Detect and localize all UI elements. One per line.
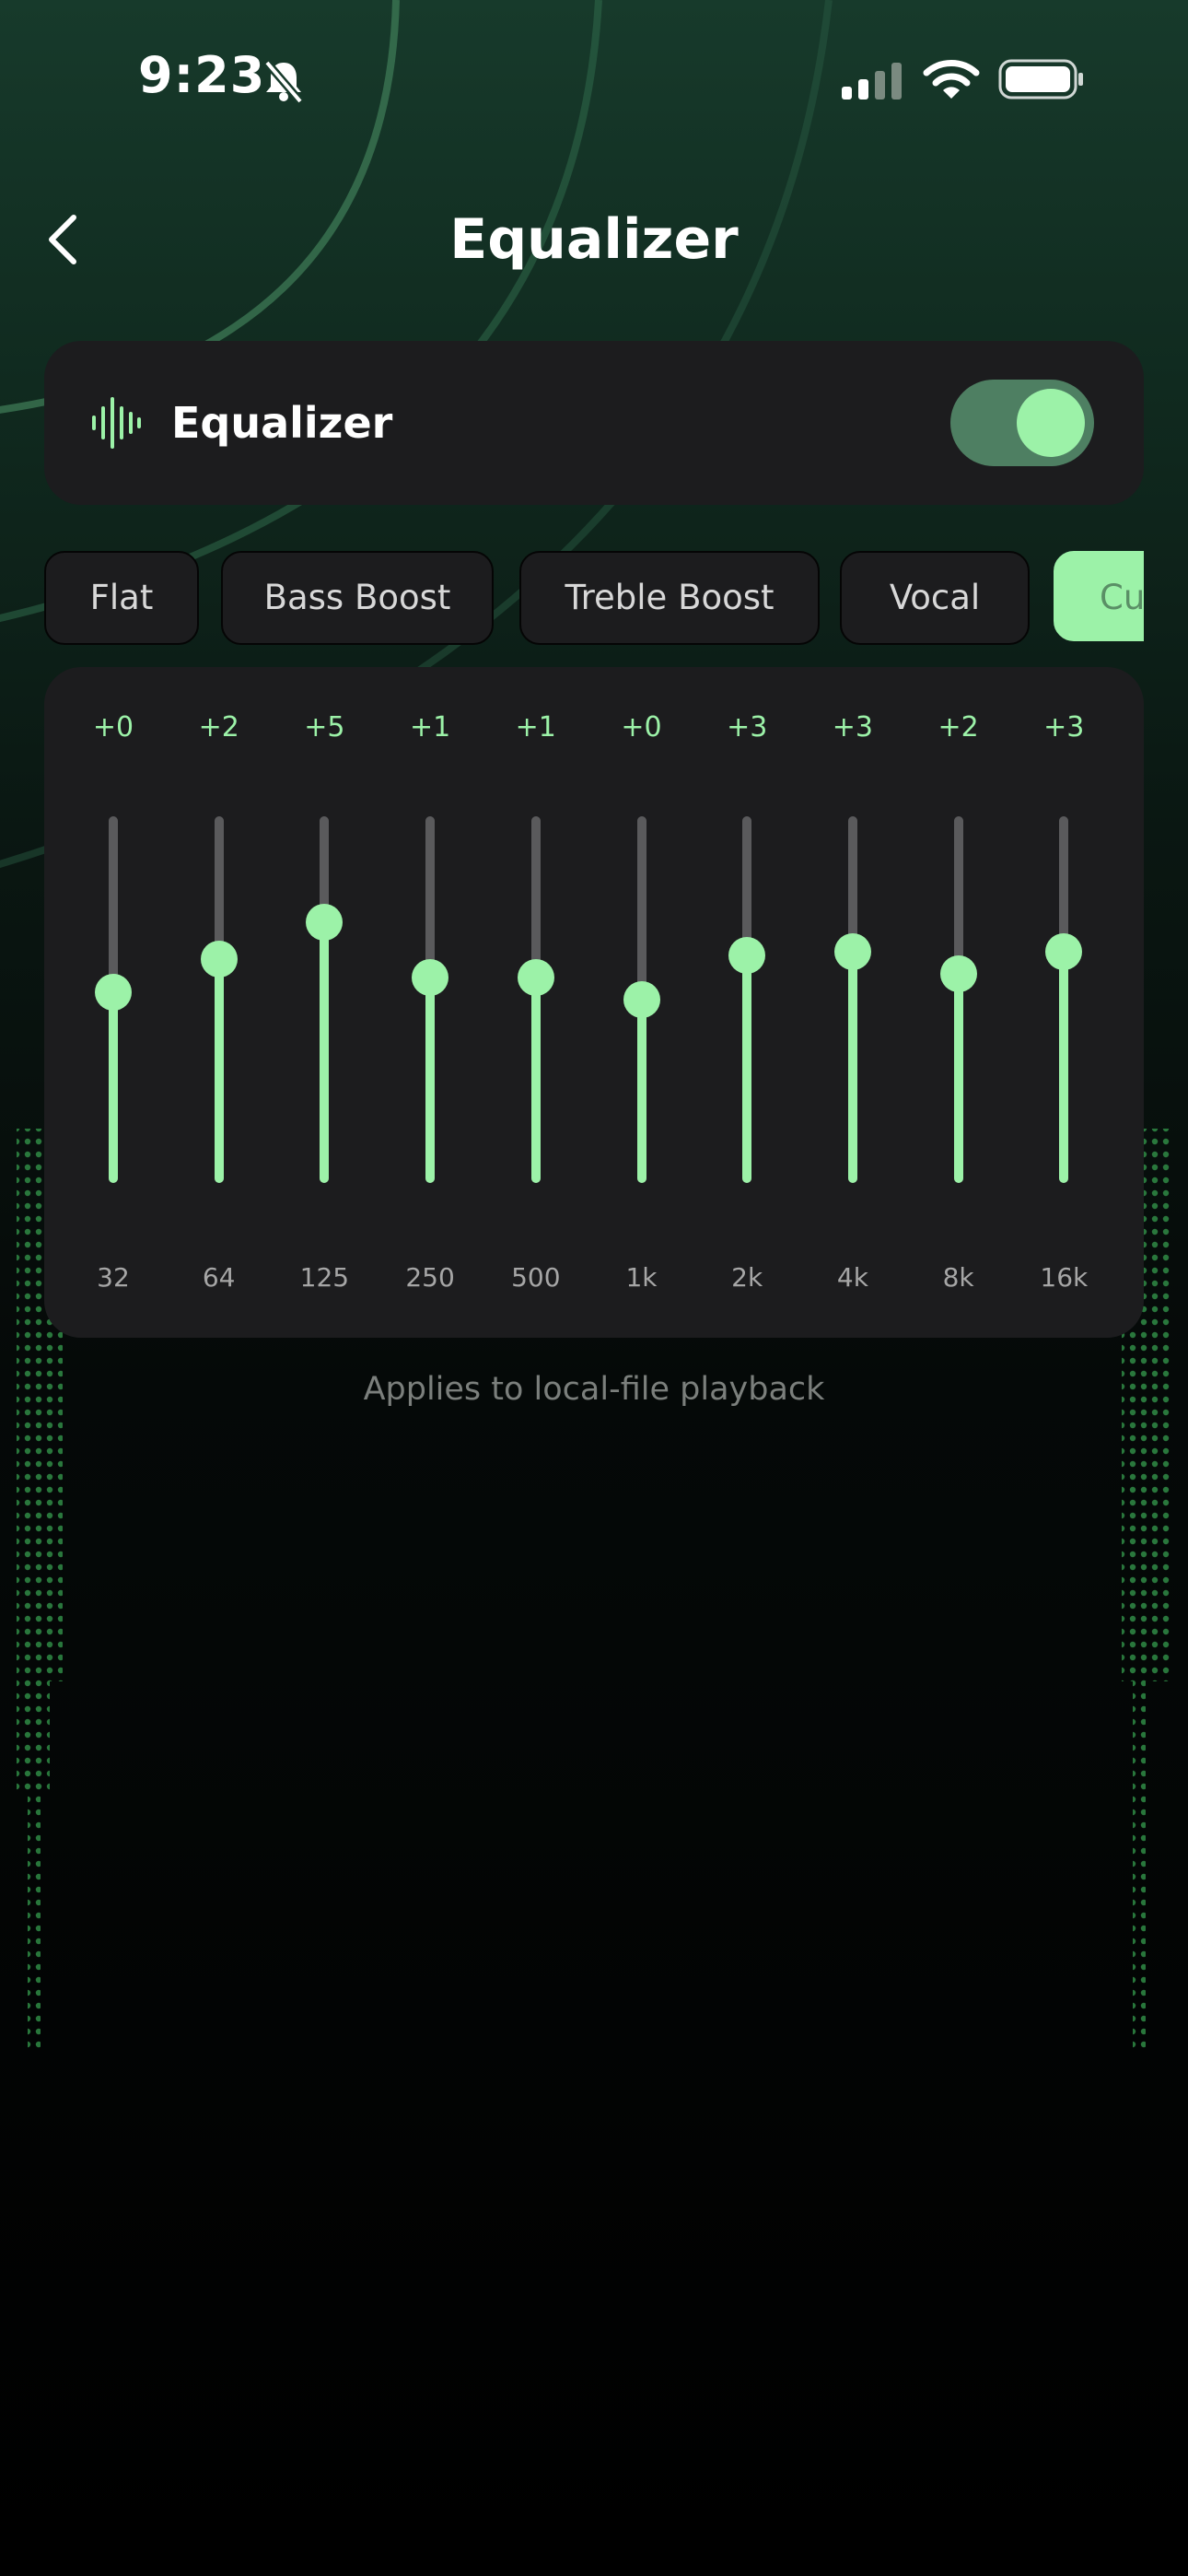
band-slider[interactable] (200, 816, 238, 1183)
band-gain-label: +3 (727, 711, 768, 744)
band-slider-fill (847, 952, 857, 1183)
status-time: 9:23 (138, 46, 266, 104)
eq-band: +3 16k (1011, 667, 1116, 1338)
band-slider-fill (742, 955, 752, 1183)
band-slider-thumb[interactable] (1045, 933, 1083, 970)
cellular-signal-icon (842, 63, 902, 100)
band-slider-fill (530, 978, 541, 1183)
band-frequency-label: 125 (299, 1262, 350, 1293)
eq-band: +3 2k (694, 667, 799, 1338)
band-slider-thumb[interactable] (728, 937, 766, 974)
band-slider-thumb[interactable] (412, 959, 449, 996)
band-frequency-label: 4k (836, 1262, 868, 1293)
band-frequency-label: 8k (942, 1262, 974, 1293)
band-frequency-label: 500 (511, 1262, 561, 1293)
eq-band: +2 64 (167, 667, 272, 1338)
band-frequency-label: 250 (405, 1262, 455, 1293)
band-slider-fill (1059, 952, 1069, 1183)
band-gain-label: +0 (92, 711, 134, 744)
band-slider-fill (636, 1000, 646, 1183)
equalizer-toggle-label: Equalizer (171, 398, 393, 448)
band-gain-label: +2 (938, 711, 979, 744)
band-slider-fill (214, 959, 224, 1183)
bell-slash-icon (263, 60, 304, 104)
band-frequency-label: 1k (625, 1262, 658, 1293)
preset-chip-treble-boost[interactable]: Treble Boost (519, 551, 820, 645)
eq-band: +1 500 (483, 667, 588, 1338)
band-gain-label: +3 (1043, 711, 1085, 744)
band-slider[interactable] (412, 816, 449, 1183)
band-frequency-label: 2k (731, 1262, 763, 1293)
toggle-knob (1017, 389, 1085, 457)
eq-band: +5 125 (272, 667, 377, 1338)
band-slider-thumb[interactable] (306, 904, 344, 941)
band-slider-thumb[interactable] (200, 941, 238, 978)
band-slider-fill (320, 922, 330, 1183)
band-slider[interactable] (517, 816, 554, 1183)
band-slider-fill (109, 992, 118, 1183)
band-slider-thumb[interactable] (517, 959, 554, 996)
band-gain-label: +1 (515, 711, 556, 744)
preset-selector: Flat Bass Boost Treble Boost Vocal Cu (44, 551, 1144, 645)
band-slider-thumb[interactable] (623, 981, 660, 1018)
preset-chip-flat[interactable]: Flat (44, 551, 199, 645)
band-slider[interactable] (623, 816, 660, 1183)
band-slider[interactable] (939, 816, 977, 1183)
preset-chip-vocal[interactable]: Vocal (840, 551, 1030, 645)
band-slider-thumb[interactable] (939, 955, 977, 992)
status-bar: 9:23 (0, 0, 1188, 157)
eq-band: +0 32 (61, 667, 166, 1338)
equalizer-toggle-switch[interactable] (950, 380, 1094, 466)
band-slider-fill (425, 978, 436, 1183)
footnote: Applies to local-file playback (363, 1371, 825, 1408)
band-slider[interactable] (1045, 816, 1083, 1183)
band-frequency-label: 64 (202, 1262, 236, 1293)
battery-icon (998, 59, 1083, 100)
wifi-icon (923, 60, 980, 99)
band-frequency-label: 16k (1040, 1262, 1089, 1293)
band-gain-label: +1 (409, 711, 451, 744)
page-title: Equalizer (449, 207, 739, 272)
band-slider-fill (953, 974, 963, 1183)
band-gain-label: +3 (832, 711, 873, 744)
band-gain-label: +2 (198, 711, 239, 744)
band-slider-thumb[interactable] (833, 933, 871, 970)
eq-band: +1 250 (378, 667, 483, 1338)
band-frequency-label: 32 (97, 1262, 130, 1293)
band-slider-thumb[interactable] (95, 974, 132, 1011)
preset-chip-bass-boost[interactable]: Bass Boost (221, 551, 494, 645)
equalizer-bands-card: +0 32 +2 64 +5 125 +1 250 +1 500 +0 1k +3 2k +3 4k +2 8k +… (44, 667, 1144, 1338)
band-gain-label: +5 (304, 711, 345, 744)
band-gain-label: +0 (621, 711, 662, 744)
band-slider[interactable] (833, 816, 871, 1183)
equalizer-toggle-card: Equalizer (44, 341, 1144, 505)
band-slider[interactable] (306, 816, 344, 1183)
band-slider[interactable] (728, 816, 766, 1183)
audio-waveform-icon (92, 397, 141, 449)
eq-band: +3 4k (800, 667, 905, 1338)
band-slider[interactable] (95, 816, 132, 1183)
eq-band: +2 8k (906, 667, 1011, 1338)
eq-band: +0 1k (589, 667, 694, 1338)
preset-chip-custom[interactable]: Cu (1054, 551, 1144, 641)
